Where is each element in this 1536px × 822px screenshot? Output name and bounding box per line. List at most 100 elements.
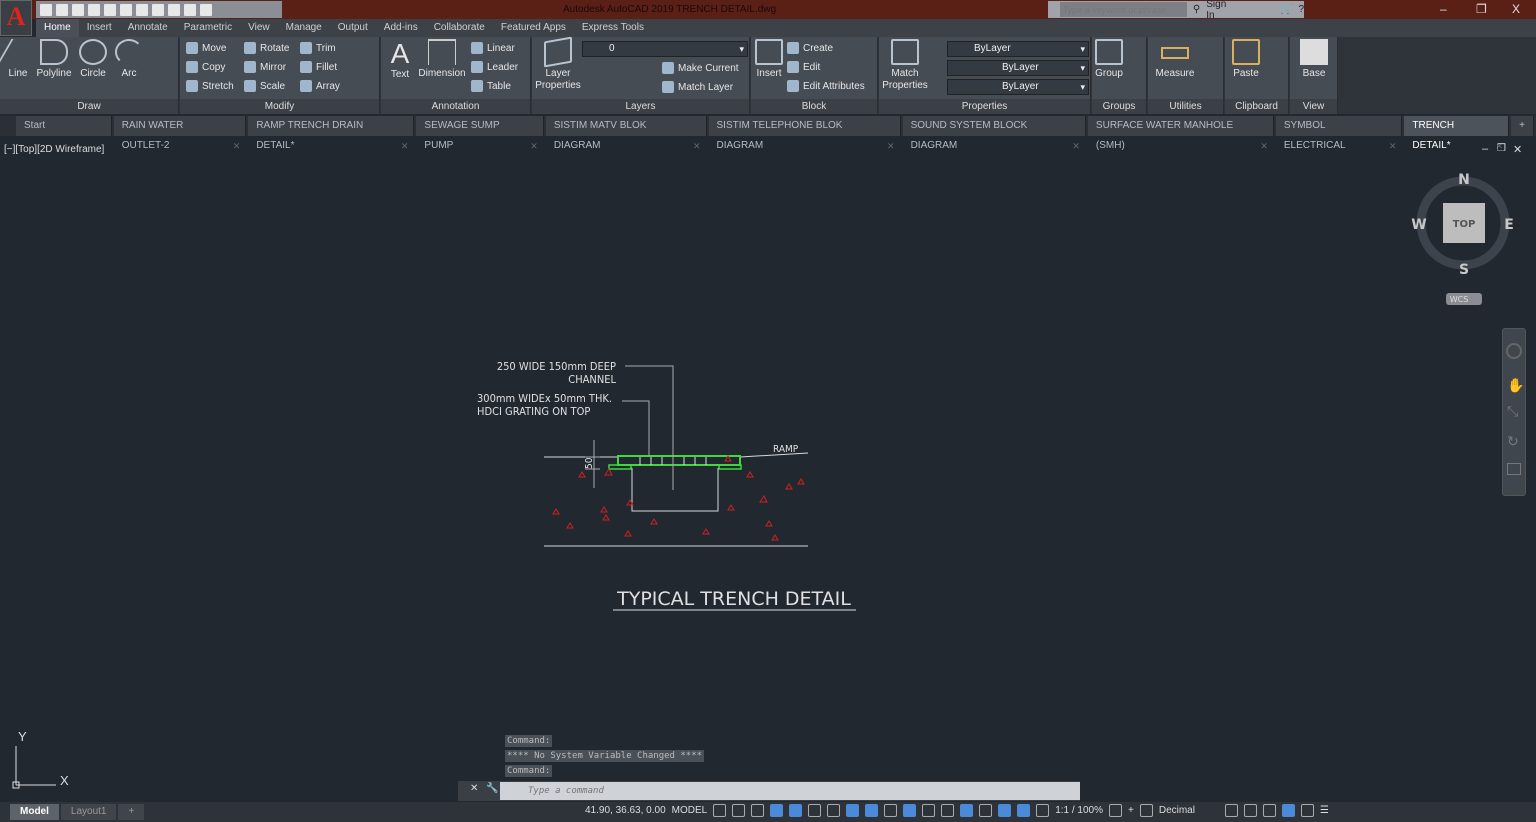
sign-in-button[interactable]: Sign In xyxy=(1206,0,1234,21)
table-button[interactable]: Table xyxy=(471,80,511,92)
ribbon-tab-annotate[interactable]: Annotate xyxy=(120,19,176,37)
layer-properties-button[interactable]: Layer Properties xyxy=(534,36,582,92)
arc-button[interactable]: Arc xyxy=(114,39,144,80)
close-tab-icon[interactable]: ✕ xyxy=(1072,136,1080,156)
dynamic-input-icon[interactable] xyxy=(770,804,784,817)
text-button[interactable]: A Text xyxy=(385,39,415,81)
binoculars-icon[interactable]: ⚲ xyxy=(1193,4,1200,15)
utilities-panel-label[interactable]: Utilities xyxy=(1148,99,1223,114)
ucs-menu-button[interactable] xyxy=(1446,293,1482,305)
ribbon-tab-output[interactable]: Output xyxy=(330,19,376,37)
view-panel-label[interactable]: View xyxy=(1290,99,1337,114)
circle-button[interactable]: Circle xyxy=(78,39,108,80)
pan-icon[interactable]: ✋ xyxy=(1507,377,1524,393)
model-space-button[interactable]: MODEL xyxy=(672,805,708,816)
grid-icon[interactable] xyxy=(713,804,727,817)
zoom-extents-icon[interactable]: ⤡ xyxy=(1507,403,1521,419)
object-snap-icon[interactable] xyxy=(865,804,879,817)
add-layout-button[interactable]: + xyxy=(118,804,145,820)
linetype-dropdown[interactable]: ByLayer xyxy=(947,60,1089,76)
dimension-button[interactable]: Dimension xyxy=(417,39,467,80)
make-current-button[interactable]: Make Current xyxy=(662,62,739,74)
rotate-button[interactable]: Rotate xyxy=(244,42,289,54)
file-tab[interactable]: Start xyxy=(16,116,112,136)
minimize-button[interactable]: – xyxy=(1440,2,1447,16)
compass-west[interactable]: W xyxy=(1411,217,1426,233)
create-block-button[interactable]: Create xyxy=(787,42,833,54)
units-icon[interactable] xyxy=(1139,804,1153,817)
ribbon-tab-view[interactable]: View xyxy=(240,19,278,37)
color-dropdown[interactable]: ByLayer xyxy=(947,41,1089,57)
customize-icon[interactable]: 🔧 xyxy=(486,783,498,794)
graphics-performance-icon[interactable] xyxy=(1281,804,1295,817)
help-icon[interactable]: ? xyxy=(1298,4,1304,15)
base-button[interactable]: Base xyxy=(1298,39,1330,80)
save-as-icon[interactable] xyxy=(88,3,100,16)
gizmo-icon[interactable] xyxy=(998,804,1012,817)
units-dropdown[interactable]: Decimal xyxy=(1159,805,1219,816)
file-tab[interactable]: SYMBOL ELECTRICAL ✕ xyxy=(1275,116,1403,151)
workspace-gear-icon[interactable] xyxy=(1109,804,1122,817)
ribbon-tab-insert[interactable]: Insert xyxy=(79,19,120,37)
isolate-objects-icon[interactable] xyxy=(1262,804,1276,817)
auto-scale-icon[interactable] xyxy=(1036,804,1050,817)
share-icon[interactable] xyxy=(184,3,196,16)
viewport-close-icon[interactable]: ✕ xyxy=(1513,143,1522,156)
coordinates[interactable]: 41.90, 36.63, 0.00 xyxy=(585,805,666,816)
ribbon-tab-featured-apps[interactable]: Featured Apps xyxy=(493,19,574,37)
annotation-visibility-icon[interactable] xyxy=(1017,804,1031,817)
close-tab-icon[interactable]: ✕ xyxy=(530,136,538,156)
insert-button[interactable]: Insert xyxy=(753,39,785,80)
layers-panel-label[interactable]: Layers xyxy=(532,99,749,114)
tab-model[interactable]: Model xyxy=(10,804,59,820)
edit-block-button[interactable]: Edit xyxy=(787,61,820,73)
copy-button[interactable]: Copy xyxy=(186,61,225,73)
annotation-monitor-icon[interactable]: + xyxy=(1128,805,1134,816)
trim-button[interactable]: Trim xyxy=(300,42,336,54)
scale-button[interactable]: Scale xyxy=(244,80,285,92)
measure-button[interactable]: Measure xyxy=(1152,39,1198,80)
file-tab[interactable]: SISTIM MATV BLOK DIAGRAM ✕ xyxy=(545,116,707,151)
selection-filter-icon[interactable] xyxy=(979,804,993,817)
groups-panel-label[interactable]: Groups xyxy=(1092,99,1146,114)
lineweight-dropdown[interactable]: ByLayer xyxy=(947,79,1089,95)
undo-icon[interactable] xyxy=(152,3,164,16)
file-tab[interactable]: SOUND SYSTEM BLOCK DIAGRAM ✕ xyxy=(902,116,1086,151)
annotation-panel-label[interactable]: Annotation xyxy=(381,99,530,114)
file-tab[interactable]: SEWAGE SUMP PUMP ✕ xyxy=(416,116,544,151)
lineweight-icon[interactable] xyxy=(884,804,898,817)
command-input[interactable] xyxy=(500,782,1080,800)
file-tab[interactable]: SISTIM TELEPHONE BLOK DIAGRAM ✕ xyxy=(708,116,901,151)
viewcube-face[interactable] xyxy=(1443,203,1485,243)
move-button[interactable]: Move xyxy=(186,42,226,54)
file-tab[interactable]: RAIN WATER OUTLET-2 ✕ xyxy=(113,116,247,151)
draw-panel-label[interactable]: Draw xyxy=(0,99,178,114)
leader-button[interactable]: Leader xyxy=(471,61,518,73)
infer-constraints-icon[interactable] xyxy=(751,804,765,817)
polar-icon[interactable] xyxy=(808,804,822,817)
file-tab[interactable]: TRENCH DETAIL* ✕ xyxy=(1404,116,1510,151)
fillet-button[interactable]: Fillet xyxy=(300,61,337,73)
close-tab-icon[interactable]: ✕ xyxy=(233,136,241,156)
customization-menu-icon[interactable]: ☰ xyxy=(1320,805,1329,816)
lock-ui-icon[interactable] xyxy=(1243,804,1257,817)
close-tab-icon[interactable]: ✕ xyxy=(401,136,409,156)
dynamic-ucs-icon[interactable] xyxy=(960,804,974,817)
viewport-minimize-icon[interactable]: ‒ xyxy=(1482,143,1488,155)
steering-wheel-icon[interactable] xyxy=(1506,343,1522,359)
ortho-icon[interactable] xyxy=(789,804,803,817)
stretch-button[interactable]: Stretch xyxy=(186,80,234,92)
quick-properties-icon[interactable] xyxy=(1224,804,1238,817)
linear-button[interactable]: Linear xyxy=(471,42,515,54)
open-web-icon[interactable] xyxy=(104,3,116,16)
compass-south[interactable]: S xyxy=(1459,262,1469,278)
ribbon-tab-home[interactable]: Home xyxy=(36,19,79,37)
match-properties-button[interactable]: Match Properties xyxy=(881,39,929,92)
mirror-button[interactable]: Mirror xyxy=(244,61,286,73)
polyline-button[interactable]: Polyline xyxy=(34,39,74,80)
viewport-controls[interactable]: [−][Top][2D Wireframe] xyxy=(4,144,104,155)
isodraft-icon[interactable] xyxy=(827,804,841,817)
edit-attributes-button[interactable]: Edit Attributes xyxy=(787,80,865,92)
snap-icon[interactable] xyxy=(732,804,746,817)
new-icon[interactable] xyxy=(40,3,52,16)
